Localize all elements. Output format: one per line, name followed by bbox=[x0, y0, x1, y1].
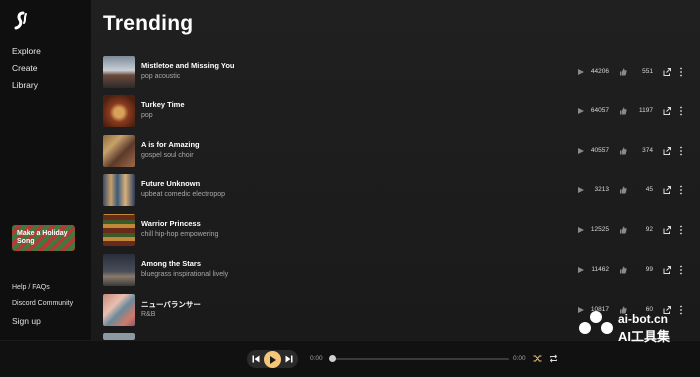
song-title[interactable]: Among the Stars bbox=[141, 259, 201, 268]
trending-panel: Trending Mistletoe and Missing You pop a… bbox=[91, 0, 700, 340]
song-row[interactable]: Among the Stars bluegrass inspirational … bbox=[103, 254, 683, 287]
watermark: ai-bot.cn AI工具集 bbox=[578, 309, 700, 367]
signup-link[interactable]: Sign up bbox=[12, 316, 73, 332]
nav-library[interactable]: Library bbox=[12, 79, 41, 96]
song-cover[interactable] bbox=[103, 333, 135, 340]
more-icon[interactable] bbox=[679, 185, 683, 195]
song-title[interactable]: Warrior Princess bbox=[141, 219, 201, 228]
main-nav: Explore Create Library bbox=[12, 45, 41, 96]
next-icon[interactable] bbox=[285, 355, 293, 363]
song-tags: upbeat comedic electropop bbox=[141, 191, 226, 198]
like-icon[interactable] bbox=[619, 266, 627, 274]
more-icon[interactable] bbox=[679, 106, 683, 116]
help-link[interactable]: Help / FAQs bbox=[12, 284, 73, 300]
more-icon[interactable] bbox=[679, 225, 683, 235]
song-cover[interactable] bbox=[103, 95, 135, 127]
logo-icon[interactable] bbox=[12, 11, 30, 31]
like-icon[interactable] bbox=[619, 68, 627, 76]
play-count: 64057 bbox=[590, 107, 609, 114]
like-count: 92 bbox=[645, 226, 653, 233]
like-count: 45 bbox=[645, 186, 653, 193]
make-holiday-song-button[interactable]: Make a Holiday Song bbox=[12, 225, 75, 251]
like-icon[interactable] bbox=[619, 147, 627, 155]
playback-controls bbox=[247, 350, 298, 368]
song-cover[interactable] bbox=[103, 254, 135, 286]
song-title[interactable]: Turkey Time bbox=[141, 100, 185, 109]
like-count: 551 bbox=[642, 68, 653, 75]
song-row[interactable]: Future Unknown upbeat comedic electropop… bbox=[103, 174, 683, 207]
shuffle-icon[interactable] bbox=[533, 354, 542, 363]
like-icon[interactable] bbox=[619, 107, 627, 115]
more-icon[interactable] bbox=[679, 146, 683, 156]
song-cover[interactable] bbox=[103, 174, 135, 206]
share-icon[interactable] bbox=[663, 68, 671, 76]
more-icon[interactable] bbox=[679, 67, 683, 77]
like-count: 99 bbox=[645, 266, 653, 273]
share-icon[interactable] bbox=[663, 147, 671, 155]
footer-links: Help / FAQs Discord Community Sign up bbox=[12, 284, 73, 332]
like-count: 374 bbox=[642, 147, 653, 154]
watermark-logo-icon bbox=[579, 311, 613, 334]
progress-track[interactable] bbox=[333, 358, 509, 360]
watermark-label: AI工具集 bbox=[618, 329, 671, 344]
nav-explore[interactable]: Explore bbox=[12, 45, 41, 62]
song-row[interactable]: Warrior Princess chill hip-hop empowerin… bbox=[103, 214, 683, 247]
play-button[interactable] bbox=[264, 351, 281, 368]
song-row[interactable]: A is for Amazing gospel soul choir 40557… bbox=[103, 135, 683, 168]
song-row[interactable]: Mistletoe and Missing You pop acoustic 4… bbox=[103, 56, 683, 89]
play-count: 40557 bbox=[590, 147, 609, 154]
play-count: 12525 bbox=[590, 226, 609, 233]
progress-handle[interactable] bbox=[329, 355, 336, 362]
song-title[interactable]: A is for Amazing bbox=[141, 140, 200, 149]
share-icon[interactable] bbox=[663, 266, 671, 274]
more-icon[interactable] bbox=[679, 265, 683, 275]
total-time: 0:00 bbox=[513, 355, 526, 362]
play-count: 44206 bbox=[590, 68, 609, 75]
song-tags: gospel soul choir bbox=[141, 152, 194, 159]
page-title: Trending bbox=[103, 12, 194, 35]
song-cover[interactable] bbox=[103, 214, 135, 246]
nav-create[interactable]: Create bbox=[12, 62, 41, 79]
elapsed-time: 0:00 bbox=[310, 355, 323, 362]
like-icon[interactable] bbox=[619, 186, 627, 194]
share-icon[interactable] bbox=[663, 107, 671, 115]
song-title[interactable]: ニューバランサー bbox=[141, 299, 201, 310]
like-icon[interactable] bbox=[619, 226, 627, 234]
song-tags: R&B bbox=[141, 311, 156, 318]
discord-link[interactable]: Discord Community bbox=[12, 300, 73, 316]
song-tags: pop bbox=[141, 112, 153, 119]
watermark-domain: ai-bot.cn bbox=[618, 312, 668, 326]
share-icon[interactable] bbox=[663, 226, 671, 234]
song-tags: bluegrass inspirational lively bbox=[141, 271, 229, 278]
song-cover[interactable] bbox=[103, 135, 135, 167]
song-tags: chill hip-hop empowering bbox=[141, 231, 219, 238]
prev-icon[interactable] bbox=[252, 355, 260, 363]
share-icon[interactable] bbox=[663, 186, 671, 194]
sidebar: Explore Create Library Make a Holiday So… bbox=[0, 0, 91, 340]
song-title[interactable]: Mistletoe and Missing You bbox=[141, 61, 234, 70]
song-cover[interactable] bbox=[103, 294, 135, 326]
play-count: 11462 bbox=[591, 266, 609, 273]
song-cover[interactable] bbox=[103, 56, 135, 88]
song-title[interactable]: Future Unknown bbox=[141, 179, 200, 188]
song-row[interactable]: Turkey Time pop 64057 1197 bbox=[103, 95, 683, 128]
repeat-icon[interactable] bbox=[549, 354, 558, 363]
song-tags: pop acoustic bbox=[141, 73, 181, 80]
play-count: 3213 bbox=[594, 186, 609, 193]
like-count: 1197 bbox=[639, 107, 653, 114]
